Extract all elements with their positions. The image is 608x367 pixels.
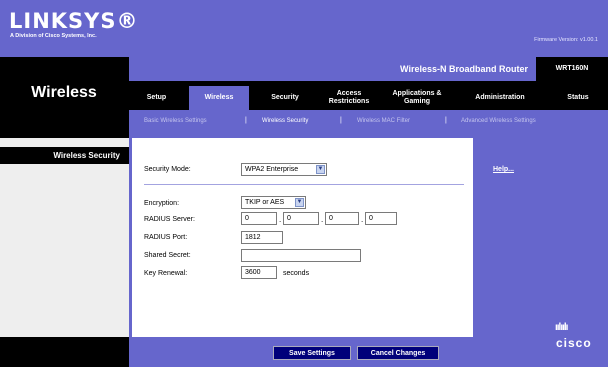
key-renewal-input[interactable]: 3600 (241, 266, 277, 279)
form-divider (144, 184, 464, 185)
key-renewal-label: Key Renewal: (144, 270, 188, 277)
main-tabs: Setup Wireless Security Access Restricti… (129, 86, 608, 110)
security-mode-value: WPA2 Enterprise (245, 166, 299, 173)
radius-server-label: RADIUS Server: (144, 216, 195, 223)
tab-status[interactable]: Status (549, 86, 607, 110)
cancel-changes-button[interactable]: Cancel Changes (357, 346, 439, 360)
security-mode-label: Security Mode: (144, 166, 191, 173)
chevron-down-icon: ▼ (316, 165, 325, 174)
model-number: WRT160N (536, 57, 608, 81)
tab-security[interactable]: Security (256, 86, 314, 110)
cisco-logo: cisco (556, 336, 592, 350)
encryption-label: Encryption: (144, 200, 180, 207)
subtab-separator: | (245, 117, 247, 124)
subtab-advanced-wireless-settings[interactable]: Advanced Wireless Settings (461, 118, 536, 124)
shared-secret-input[interactable] (241, 249, 361, 262)
radius-server-octet-4[interactable]: 0 (365, 212, 397, 225)
header: LINKSYS® A Division of Cisco Systems, In… (0, 0, 608, 57)
help-link[interactable]: Help... (493, 166, 514, 173)
tab-access-restrictions[interactable]: Access Restrictions (319, 86, 379, 110)
ip-dot: . (361, 215, 364, 224)
linksys-logo: LINKSYS® (9, 9, 139, 33)
encryption-select[interactable]: TKIP or AES ▼ (241, 196, 306, 209)
tab-administration[interactable]: Administration (455, 86, 545, 110)
save-settings-button[interactable]: Save Settings (273, 346, 351, 360)
tab-setup[interactable]: Setup (129, 86, 184, 110)
product-name: Wireless-N Broadband Router (400, 64, 528, 74)
tab-wireless[interactable]: Wireless (189, 86, 249, 110)
tab-applications-gaming[interactable]: Applications & Gaming (384, 86, 450, 110)
shared-secret-label: Shared Secret: (144, 252, 191, 259)
radius-server-octet-2[interactable]: 0 (283, 212, 319, 225)
radius-port-input[interactable]: 1812 (241, 231, 283, 244)
cisco-logo-bars: ıılıılı (555, 322, 568, 333)
firmware-version: Firmware Version: v1.00.1 (534, 37, 598, 43)
subtab-separator: | (445, 117, 447, 124)
product-bar: Wireless-N Broadband Router WRT160N (129, 57, 608, 81)
radius-server-octet-1[interactable]: 0 (241, 212, 277, 225)
radius-server-octet-3[interactable]: 0 (325, 212, 359, 225)
subtab-separator: | (340, 117, 342, 124)
chevron-down-icon: ▼ (295, 198, 304, 207)
security-mode-select[interactable]: WPA2 Enterprise ▼ (241, 163, 327, 176)
ip-dot: . (279, 215, 282, 224)
left-section-heading: Wireless Security (0, 147, 129, 164)
bottom-left-bar (0, 337, 129, 367)
left-column (0, 138, 129, 337)
sub-tabs: Basic Wireless Settings | Wireless Secur… (129, 110, 608, 138)
subtab-wireless-mac-filter[interactable]: Wireless MAC Filter (357, 118, 410, 124)
ip-dot: . (321, 215, 324, 224)
subtab-wireless-security[interactable]: Wireless Security (262, 118, 308, 124)
logo-subtitle: A Division of Cisco Systems, Inc. (10, 33, 97, 39)
encryption-value: TKIP or AES (245, 199, 285, 206)
key-renewal-unit: seconds (283, 270, 310, 277)
radius-port-label: RADIUS Port: (144, 234, 188, 241)
subtab-basic-wireless-settings[interactable]: Basic Wireless Settings (144, 118, 207, 124)
section-title: Wireless (31, 84, 97, 101)
